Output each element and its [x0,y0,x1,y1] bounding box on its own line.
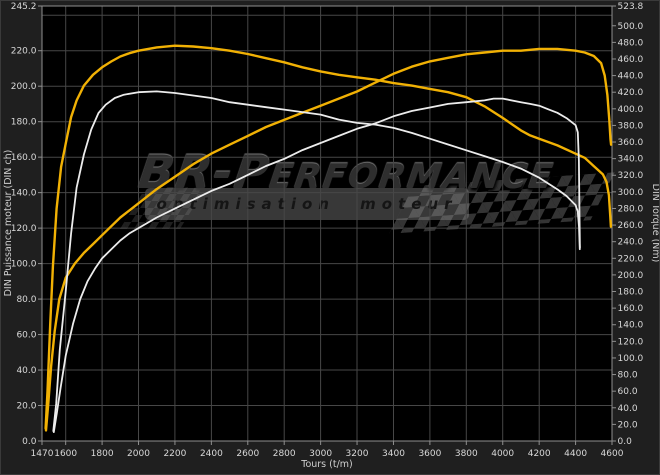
y-left-tick-label: 60.0 [16,331,36,341]
y-right-tick-label: 220.0 [618,254,644,264]
y-left-tick-label: 140.0 [11,189,37,199]
y-right-tick-label: 160.0 [618,304,644,314]
y-left-tick-label: 120.0 [11,224,37,234]
y-left-tick-label: 245.2 [11,2,37,12]
y-left-tick-label: 100.0 [11,260,37,270]
plot-border [42,6,612,441]
dyno-chart-svg: 245.2 220.0 200.0 180.0 160.0 140.0 120.0 100.0… [1,1,660,475]
curve-power-optimized [46,49,611,431]
x-axis-title: Tours (t/m) [300,459,353,470]
y-right-axis-title: DIN Torque (Nm) [650,184,660,263]
dyno-chart-window: BR-PERFORMANCE optimisation moteur 245.2… [0,0,660,475]
x-tick-label: 3800 [455,449,478,459]
y-left-tick-label: 220.0 [11,47,37,57]
y-left-tick-label: 0.0 [22,437,37,447]
y-left-axis-title: DIN Puissance moteur (DIN ch) [3,150,14,297]
y-right-tick-label: 380.0 [618,121,644,131]
y-left-tick-label: 20.0 [16,402,36,412]
y-right-tick-label: 100.0 [618,354,644,364]
y-right-tick-label: 240.0 [618,238,644,248]
x-tick-label: 4600 [601,449,624,459]
y-right-tick-label: 40.0 [618,404,638,414]
x-tick-label: 4000 [491,449,514,459]
y-right-tick-label: 360.0 [618,138,644,148]
y-right-tick-label: 180.0 [618,288,644,298]
y-right-tick-label: 280.0 [618,205,644,215]
x-tick-label: 1800 [91,449,114,459]
curve-power-original [54,99,580,433]
x-tick-label: 1470 [31,449,54,459]
x-tick-label: 2600 [236,449,259,459]
x-tick-label: 4200 [528,449,551,459]
x-tick-label: 2000 [127,449,150,459]
y-left-tick-label: 80.0 [16,295,36,305]
y-right-tick-label: 260.0 [618,221,644,231]
x-tick-label: 4400 [564,449,587,459]
y-right-tick-label: 400.0 [618,105,644,115]
y-right-tick-label: 460.0 [618,55,644,65]
y-left-tick-label: 40.0 [16,366,36,376]
y-right-tick-label: 440.0 [618,72,644,82]
x-tick-label: 1600 [54,449,77,459]
gridlines [42,6,612,441]
y-left-tick-label: 160.0 [11,153,37,163]
y-right-tick-label: 320.0 [618,171,644,181]
y-right-tick-label: 300.0 [618,188,644,198]
x-tick-label: 3000 [309,449,332,459]
y-left-tick-label: 180.0 [11,118,37,128]
x-tick-label: 2800 [273,449,296,459]
dyno-curves [46,46,612,432]
x-tick-label: 3200 [346,449,369,459]
y-right-tick-label: 500.0 [618,22,644,32]
y-right-tick-label: 200.0 [618,271,644,281]
y-right-tick-label: 140.0 [618,321,644,331]
x-tick-label: 2400 [200,449,223,459]
y-right-tick-label: 523.8 [618,2,644,12]
y-right-tick-label: 0.0 [618,437,633,447]
x-tick-label: 3400 [382,449,405,459]
curve-torque-original [53,91,580,431]
y-right-tick-label: 20.0 [618,420,638,430]
y-right-tick-label: 340.0 [618,155,644,165]
y-right-tick-label: 60.0 [618,387,638,397]
x-tick-label: 3600 [418,449,441,459]
x-tick-label: 2200 [163,449,186,459]
y-right-tick-label: 80.0 [618,371,638,381]
y-right-tick-label: 420.0 [618,88,644,98]
y-right-tick-label: 120.0 [618,337,644,347]
y-right-tick-label: 480.0 [618,38,644,48]
y-left-tick-label: 200.0 [11,82,37,92]
